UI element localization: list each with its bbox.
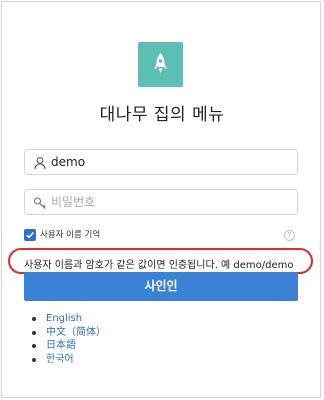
language-link-chinese-simplified[interactable]: 中文（简体） [46,327,106,338]
bullet-icon [32,330,36,335]
page-title: 대나무 집의 메뉴 [99,105,225,125]
language-item: 한국어 [32,353,106,367]
login-hint: 사용자 이름과 암호가 같은 값이면 인증됩니다. 예 demo/demo [24,260,294,271]
language-link-english[interactable]: English [46,313,82,324]
remember-label: 사용자 이름 기억 [40,230,101,240]
language-item: 日本語 [32,339,106,353]
rocket-icon [138,42,183,87]
password-input[interactable] [51,193,291,211]
question-icon[interactable]: ? [284,230,295,241]
language-item: 中文（简体） [32,326,106,340]
bullet-icon [32,344,36,348]
check-icon [26,232,34,239]
bullet-icon [32,317,36,321]
language-link-japanese[interactable]: 日本語 [46,340,76,351]
username-field[interactable] [24,149,298,175]
key-icon [33,195,47,209]
sign-in-button[interactable]: 사인인 [24,272,298,301]
language-item: English [32,312,106,326]
language-link-korean[interactable]: 한국어 [46,354,74,365]
bullet-icon [32,357,36,362]
username-input[interactable] [51,153,291,171]
language-list: English 中文（简体） 日本語 한국어 [32,312,106,366]
remember-checkbox[interactable] [24,229,36,241]
password-field[interactable] [24,189,298,215]
user-icon [33,155,47,170]
